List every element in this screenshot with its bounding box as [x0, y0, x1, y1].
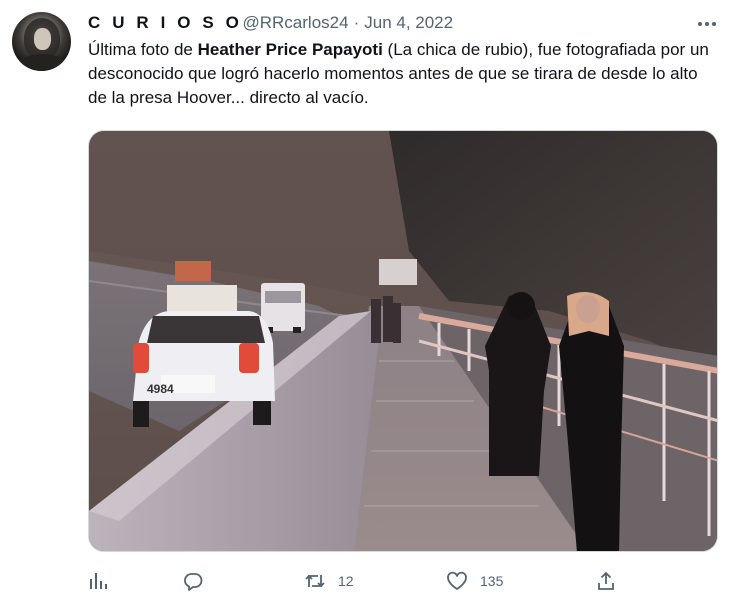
retweet-icon: [305, 574, 325, 588]
tweet[interactable]: C U R I O S O @RRcarlos24 · Jun 4, 2022 …: [0, 0, 731, 612]
dam-photo-illustration: 4984: [89, 131, 717, 551]
like-count: 135: [480, 573, 504, 589]
reply-icon: [184, 573, 203, 591]
tweet-text-part1: Última foto de: [88, 40, 198, 59]
license-plate: 4984: [147, 382, 174, 396]
heart-icon: [447, 571, 467, 590]
tweet-photo[interactable]: 4984: [88, 130, 718, 552]
tweet-text: Última foto de Heather Price Papayoti (L…: [88, 38, 720, 110]
like-button[interactable]: 135: [446, 566, 503, 596]
view-analytics-button[interactable]: [88, 566, 108, 596]
reply-button[interactable]: [183, 566, 203, 596]
tweet-text-bold-name: Heather Price Papayoti: [197, 40, 383, 59]
share-icon: [598, 571, 614, 590]
tweet-header: C U R I O S O @RRcarlos24 · Jun 4, 2022: [88, 13, 453, 35]
separator-dot: ·: [353, 13, 360, 32]
avatar-shoulders: [16, 54, 68, 71]
tweet-date[interactable]: Jun 4, 2022: [364, 13, 453, 33]
user-handle[interactable]: @RRcarlos24: [242, 13, 348, 33]
share-button[interactable]: [596, 566, 616, 596]
analytics-icon: [90, 573, 107, 589]
avatar-face: [34, 28, 51, 50]
avatar[interactable]: [12, 12, 71, 71]
retweet-button[interactable]: 12: [304, 566, 354, 596]
more-options-button[interactable]: [692, 12, 722, 36]
display-name[interactable]: C U R I O S O: [88, 13, 242, 33]
action-bar: 12 135: [88, 566, 718, 596]
more-icon: [698, 22, 716, 26]
retweet-count: 12: [338, 573, 354, 589]
